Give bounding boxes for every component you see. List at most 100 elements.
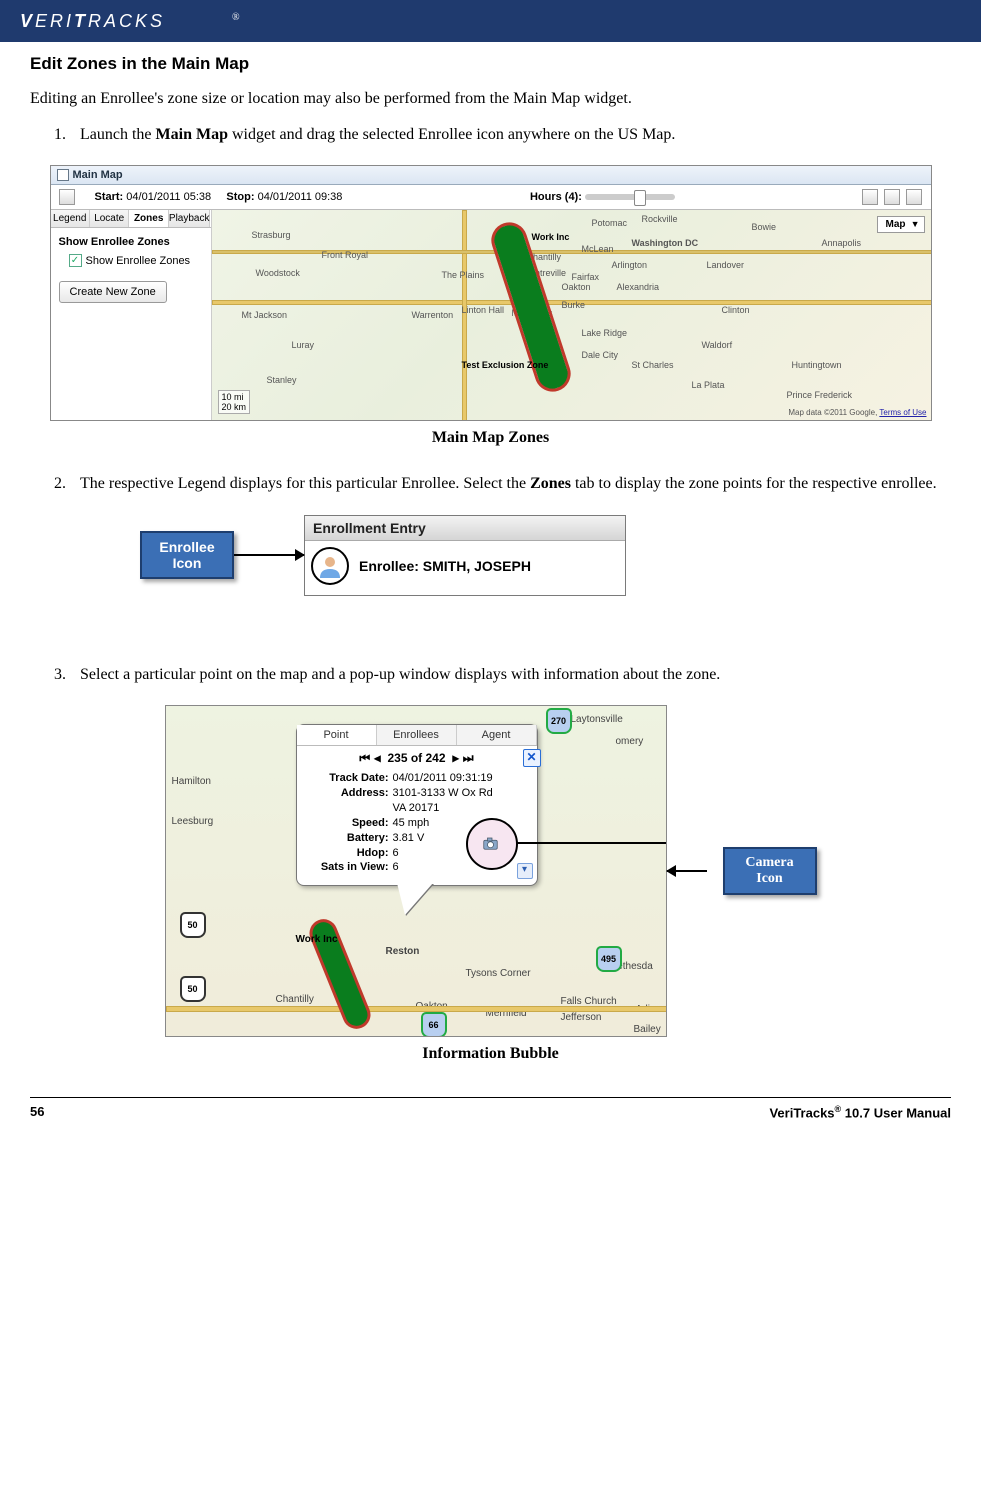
sidebar-tabset: Legend Locate Zones Playback [51, 210, 211, 228]
start-label: Start: [95, 191, 124, 203]
city-label: Laytonsville [571, 714, 623, 725]
city-label: Strasburg [252, 230, 291, 240]
city-label: Clinton [722, 305, 750, 315]
figure-1-caption: Main Map Zones [30, 429, 951, 447]
nav-last-icon[interactable]: ⏭ [463, 751, 474, 765]
city-label: Warrenton [412, 310, 454, 320]
city-label: Burke [562, 300, 586, 310]
camera-glyph-icon [483, 837, 501, 851]
tab-playback[interactable]: Playback [169, 210, 211, 227]
callout-arrow-icon [667, 870, 707, 872]
map-sidebar: Legend Locate Zones Playback Show Enroll… [51, 210, 212, 420]
map-attribution: Map data ©2011 Google, Terms of Use [788, 408, 926, 417]
city-label: St Charles [632, 360, 674, 370]
step-2: The respective Legend displays for this … [70, 473, 951, 495]
enrollee-row-value: SMITH, JOSEPH [423, 558, 531, 574]
terms-link[interactable]: Terms of Use [879, 408, 926, 417]
road-line [462, 210, 467, 420]
enrollment-row: Enrollee: SMITH, JOSEPH [305, 541, 625, 595]
city-label: Lake Ridge [582, 328, 628, 338]
window-titlebar: Main Map [51, 166, 931, 185]
track-label: Work Inc [296, 934, 338, 945]
city-label: Jefferson [561, 1012, 602, 1023]
start-value: 04/01/2011 05:38 [126, 191, 211, 203]
nav-position: 235 of 242 [387, 751, 445, 765]
zone-label: Work Inc [532, 232, 570, 242]
route-shield-icon: 50 [180, 912, 206, 938]
map-type-dropdown[interactable]: Map [877, 216, 925, 233]
enrollment-panel: Enrollment Entry Enrollee: SMITH, JOSEPH [304, 515, 626, 596]
city-label: Tysons Corner [466, 968, 531, 979]
route-shield-icon: 50 [180, 976, 206, 1002]
city-label: Luray [292, 340, 315, 350]
section-heading: Edit Zones in the Main Map [30, 54, 951, 74]
city-label: Leesburg [172, 816, 214, 827]
city-label: Annapolis [822, 238, 862, 248]
create-zone-button[interactable]: Create New Zone [59, 281, 167, 303]
toolbar-collapse-icon[interactable] [862, 189, 878, 205]
bubble-record-nav: ⏮ ◀ 235 of 242 ▶ ⏭ [297, 746, 537, 769]
city-label: Front Royal [322, 250, 369, 260]
checkbox-label: Show Enrollee Zones [86, 255, 191, 267]
step-3: Select a particular point on the map and… [70, 664, 951, 686]
nav-next-icon[interactable]: ▶ [452, 751, 459, 765]
map-canvas[interactable]: Map Strasburg Woodstock Front Royal Mt J… [212, 210, 931, 420]
checkbox-icon: ✓ [69, 254, 82, 267]
toolbar-icon[interactable] [59, 189, 75, 205]
city-label: Landover [707, 260, 745, 270]
route-shield-icon: 270 [546, 708, 572, 734]
hours-label: Hours (4): [530, 191, 582, 203]
nav-first-icon[interactable]: ⏮ [359, 751, 370, 765]
tab-locate[interactable]: Locate [90, 210, 129, 227]
camera-connector-line [516, 842, 667, 844]
brand-bar: VERITRACKS ® [0, 0, 981, 42]
toolbar-refresh-icon[interactable] [906, 189, 922, 205]
bubble-tab-point[interactable]: Point [297, 725, 377, 745]
city-label: Stanley [267, 375, 297, 385]
footer-divider [30, 1097, 951, 1098]
city-label: Linton Hall [462, 305, 505, 315]
brand-logo: VERITRACKS ® [20, 10, 280, 32]
figure-2-caption: Information Bubble [30, 1045, 951, 1063]
tab-legend[interactable]: Legend [51, 210, 90, 227]
window-title: Main Map [73, 169, 123, 181]
nav-prev-icon[interactable]: ◀ [374, 751, 381, 765]
city-label: Hamilton [172, 776, 211, 787]
zone-label: Test Exclusion Zone [462, 360, 549, 370]
city-label: Waldorf [702, 340, 733, 350]
city-label: Woodstock [256, 268, 300, 278]
stop-value: 04/01/2011 09:38 [258, 191, 343, 203]
city-label: Rockville [642, 214, 678, 224]
bubble-close-icon[interactable]: ✕ [523, 749, 541, 767]
enrollee-callout-block: Enrollee Icon Enrollment Entry Enrollee:… [140, 515, 951, 596]
enrollee-row-label: Enrollee: [359, 558, 419, 574]
city-label: Alexandria [617, 282, 660, 292]
hours-slider[interactable] [585, 194, 675, 200]
steps-list-2: The respective Legend displays for this … [70, 473, 951, 495]
enrollee-callout-label: Enrollee Icon [140, 531, 234, 579]
person-icon [318, 554, 342, 578]
panel-heading: Show Enrollee Zones [59, 236, 203, 248]
city-label: Arlington [612, 260, 648, 270]
city-label: Oakton [562, 282, 591, 292]
city-label: Huntingtown [792, 360, 842, 370]
city-label: Bailey [634, 1024, 661, 1035]
camera-icon[interactable] [466, 818, 518, 870]
info-map-screenshot: Leesburg Hamilton Laytonsville Chantilly… [165, 705, 667, 1037]
bubble-tab-enrollees[interactable]: Enrollees [377, 725, 457, 745]
city-label: The Plains [442, 270, 485, 280]
city-label: omery [616, 736, 644, 747]
show-zones-checkbox[interactable]: ✓ Show Enrollee Zones [69, 254, 203, 267]
bubble-tab-agent[interactable]: Agent [457, 725, 537, 745]
intro-paragraph: Editing an Enrollee's zone size or locat… [30, 88, 951, 110]
enrollee-icon[interactable] [311, 547, 349, 585]
tab-zones[interactable]: Zones [129, 210, 168, 227]
route-shield-icon: 495 [596, 946, 622, 972]
road-line [212, 250, 931, 254]
city-label: McLean [582, 244, 614, 254]
steps-list: Launch the Main Map widget and drag the … [70, 124, 951, 146]
city-label: Reston [386, 946, 420, 957]
city-label: Dale City [582, 350, 619, 360]
toolbar-maximize-icon[interactable] [884, 189, 900, 205]
scroll-down-icon[interactable]: ▾ [517, 863, 533, 879]
